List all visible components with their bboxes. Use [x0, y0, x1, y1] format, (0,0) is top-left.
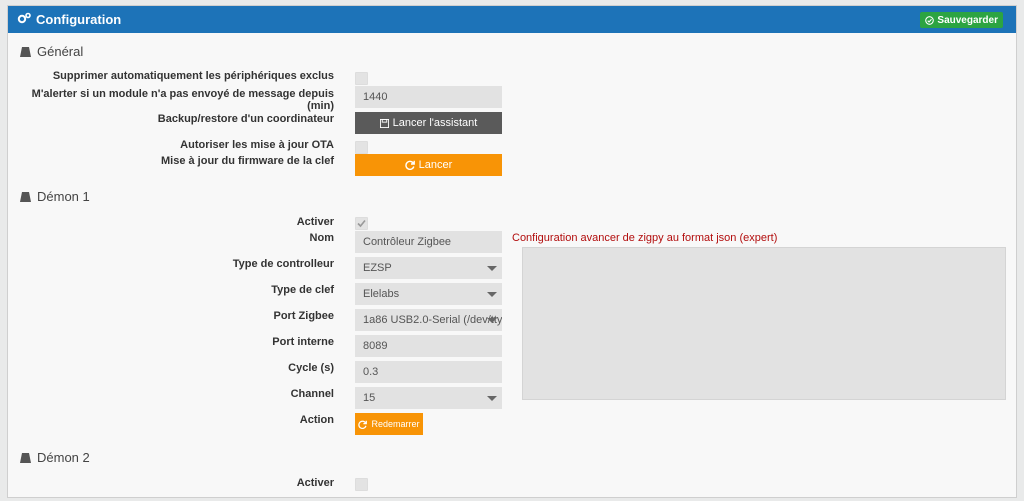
section-demon2-title: Démon 2 [37, 450, 90, 465]
restart-button-label: Redemarrer [371, 419, 420, 429]
dashboard-icon [20, 191, 31, 202]
panel-header: Configuration Sauvegarder [8, 6, 1016, 33]
port-select[interactable]: 1a86 USB2.0-Serial (/dev/tty [355, 309, 502, 331]
configuration-panel: Configuration Sauvegarder Général Suppri… [7, 5, 1017, 498]
check-icon [357, 219, 366, 228]
assistant-button[interactable]: Lancer l'assistant [355, 112, 502, 134]
exclude-checkbox[interactable] [355, 72, 368, 85]
name-label: Nom [309, 232, 334, 244]
ota-checkbox[interactable] [355, 141, 368, 154]
firmware-button-label: Lancer [418, 159, 453, 171]
save-button[interactable]: Sauvegarder [920, 12, 1003, 28]
backup-label: Backup/restore d'un coordinateur [157, 113, 334, 125]
dashboard-icon [20, 46, 31, 57]
key-type-label: Type de clef [271, 284, 334, 296]
section-general-title: Général [37, 44, 84, 59]
section-demon1-title: Démon 1 [37, 189, 90, 204]
channel-select[interactable]: 15 [355, 387, 502, 409]
refresh-icon [404, 160, 415, 170]
save-button-label: Sauvegarder [937, 14, 998, 26]
refresh-icon [358, 420, 368, 429]
controller-type-select[interactable]: EZSP [355, 257, 502, 279]
demon2-enable-checkbox[interactable] [355, 478, 368, 491]
cycle-label: Cycle (s) [288, 362, 334, 374]
alert-label: M'alerter si un module n'a pas envoyé de… [31, 88, 334, 112]
check-circle-icon [925, 15, 935, 25]
action-label: Action [299, 414, 334, 426]
alert-input[interactable]: 1440 [355, 86, 502, 108]
cycle-input[interactable]: 0.3 [355, 361, 502, 383]
dashboard-icon [20, 452, 31, 463]
key-type-value: Elelabs [363, 288, 400, 300]
panel-title: Configuration [36, 12, 122, 27]
section-demon2: Démon 2 [20, 450, 90, 465]
name-input[interactable]: Contrôleur Zigbee [355, 231, 502, 253]
demon1-enable-label: Activer [296, 216, 334, 228]
controller-type-label: Type de controlleur [232, 258, 334, 270]
section-demon1: Démon 1 [20, 189, 90, 204]
section-general: Général [20, 44, 83, 59]
demon1-enable-checkbox[interactable] [355, 217, 368, 230]
demon2-enable-label: Activer [296, 477, 334, 489]
controller-type-value: EZSP [363, 262, 392, 274]
json-config-textarea[interactable] [522, 247, 1006, 400]
key-type-select[interactable]: Elelabs [355, 283, 502, 305]
exclude-label: Supprimer automatiquement les périphériq… [52, 70, 334, 82]
json-config-label: Configuration avancer de zigpy au format… [512, 232, 778, 244]
assistant-button-label: Lancer l'assistant [392, 117, 478, 129]
firmware-button[interactable]: Lancer [355, 154, 502, 176]
internal-port-input[interactable]: 8089 [355, 335, 502, 357]
channel-value: 15 [363, 392, 376, 404]
internal-port-label: Port interne [272, 336, 334, 348]
port-label: Port Zigbee [273, 310, 334, 322]
port-value: 1a86 USB2.0-Serial (/dev/tty [363, 314, 502, 326]
ota-label: Autoriser les mise à jour OTA [180, 139, 334, 151]
save-disk-icon [379, 118, 389, 128]
gears-icon [17, 12, 31, 27]
channel-label: Channel [290, 388, 334, 400]
restart-button[interactable]: Redemarrer [355, 413, 423, 435]
firmware-label: Mise à jour du firmware de la clef [161, 155, 334, 167]
